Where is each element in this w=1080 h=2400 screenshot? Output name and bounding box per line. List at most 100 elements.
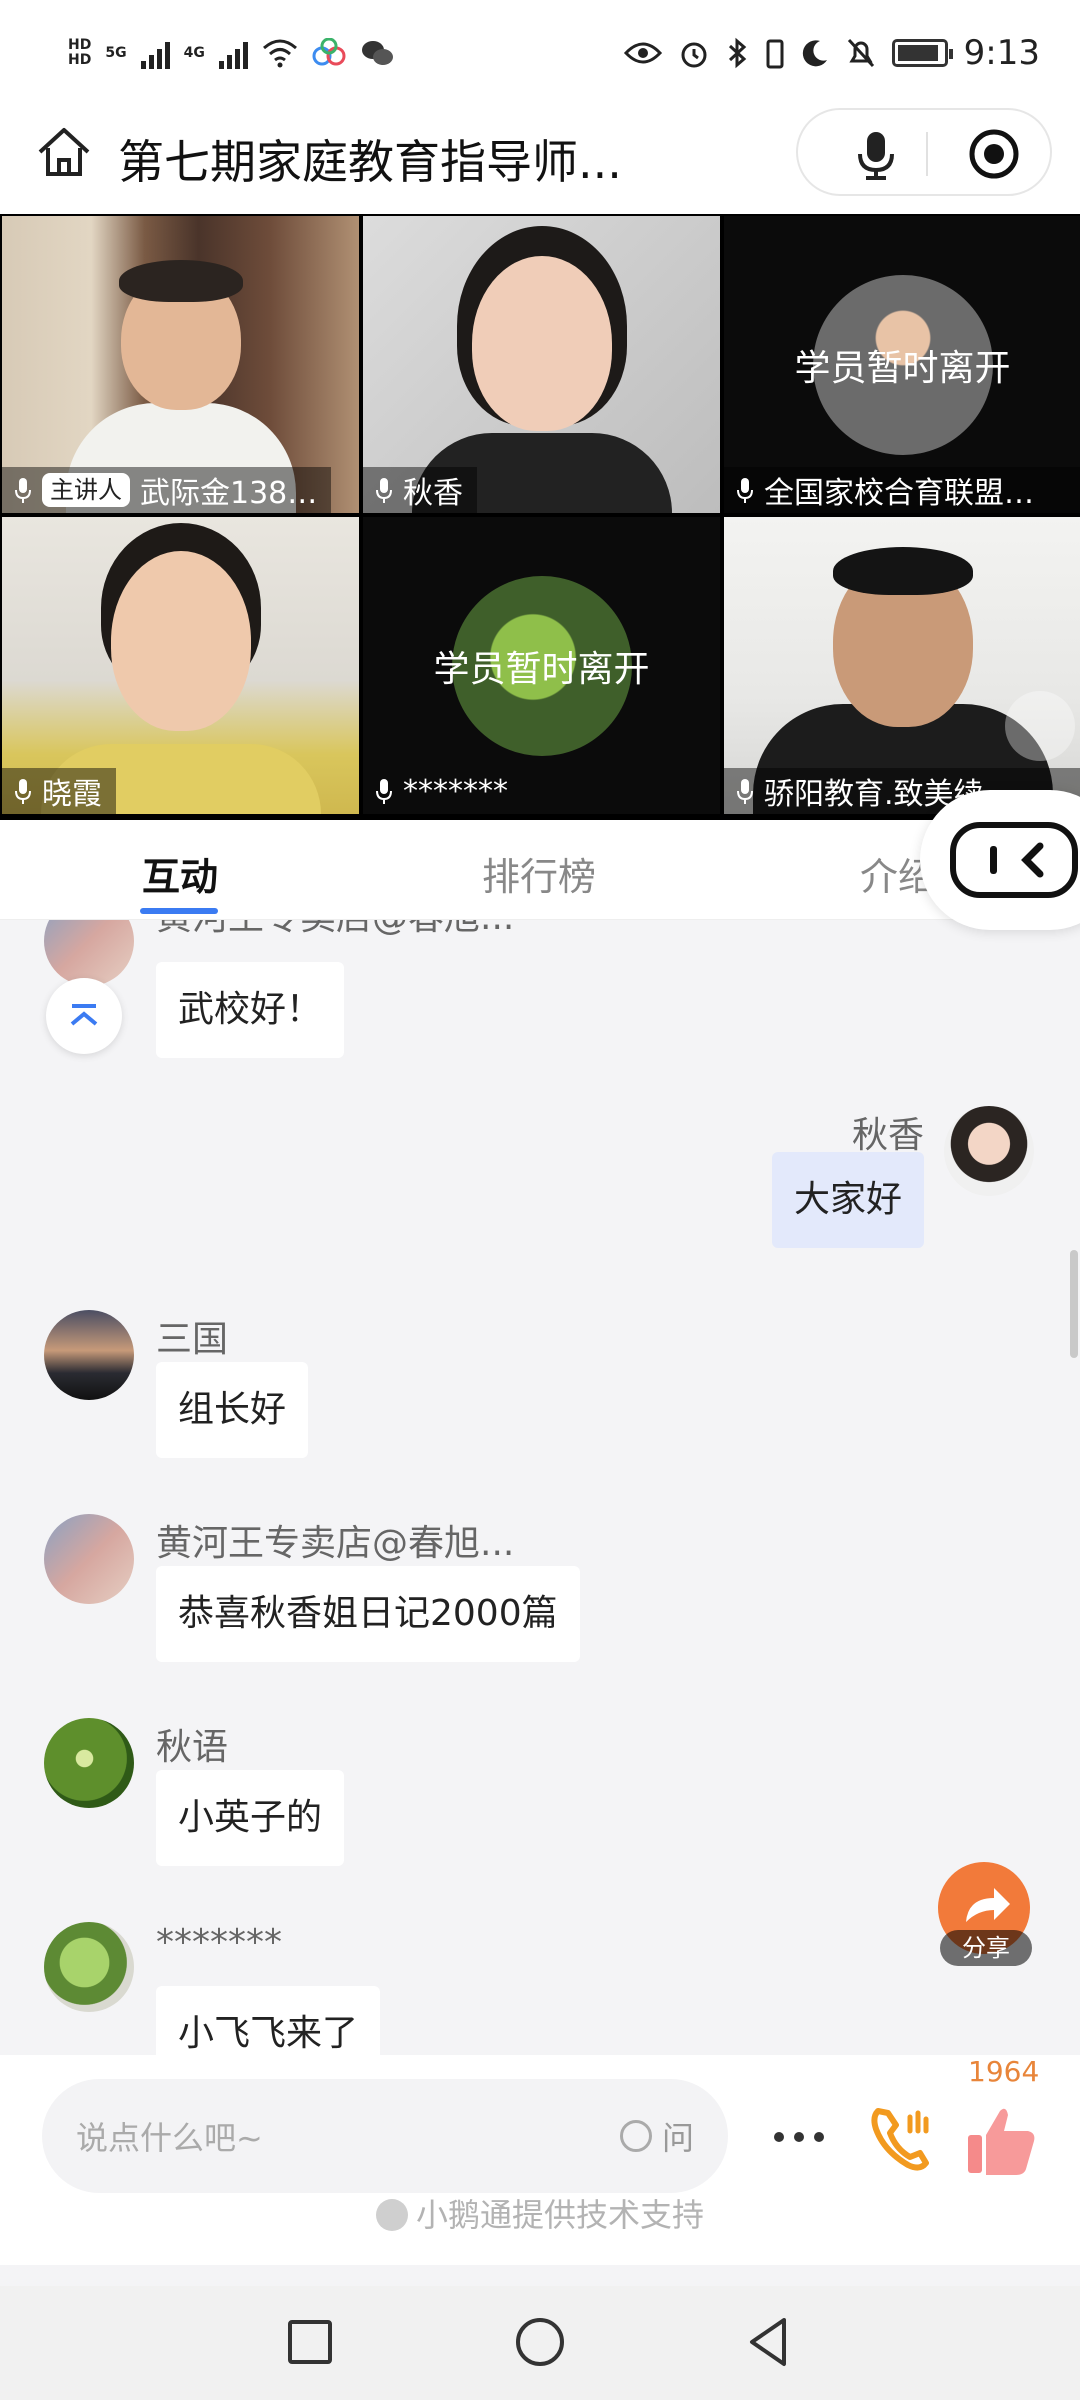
user-avatar[interactable]: [44, 920, 134, 986]
user-avatar[interactable]: [44, 1718, 134, 1808]
tab-bar: 互动 排行榜 介绍: [0, 820, 1080, 920]
message-bubble: 小英子的: [156, 1770, 345, 1866]
video-tile[interactable]: 秋香: [363, 216, 720, 513]
message-bubble: 组长好: [156, 1362, 309, 1458]
status-bar: HD HD 5G 4G 9:13: [0, 0, 1080, 104]
assistant-face-icon: [950, 822, 1078, 898]
participant-hair: [832, 547, 973, 595]
camera-switch-icon[interactable]: [1005, 691, 1075, 761]
record-icon[interactable]: [966, 126, 1022, 182]
user-avatar[interactable]: [44, 1922, 134, 2012]
participant-name: 全国家校合育联盟…: [764, 476, 1034, 511]
mute-bell-icon: [847, 38, 874, 68]
away-status: 学员暂时离开: [794, 347, 1011, 389]
participant-face: [110, 551, 251, 731]
video-tile-away[interactable]: 学员暂时离开 *******: [363, 517, 720, 814]
ask-question-toggle[interactable]: 问: [619, 2113, 694, 2159]
status-left: HD HD 5G 4G: [68, 30, 394, 76]
capsule-divider: [926, 132, 928, 176]
back-icon[interactable]: [740, 2312, 800, 2372]
battery-saver-icon: [766, 39, 784, 69]
participant-name-tag: 秋香: [363, 467, 477, 513]
signal-icon: [140, 37, 170, 69]
alarm-icon: [681, 42, 707, 68]
app-notification-icon: [312, 38, 346, 66]
chat-message: 黄河王专卖店@春旭... 恭喜秋香姐日记2000篇: [0, 1514, 1080, 1684]
network-4g-label: 4G: [183, 44, 205, 61]
mic-icon: [15, 478, 31, 503]
chat-list[interactable]: 黄河王专卖店@春旭... 武校好！ 秋香 大家好 三国 组长好 黄河王专卖店@春…: [0, 920, 1080, 2055]
radio-icon: [619, 2120, 652, 2152]
chat-message: 黄河王专卖店@春旭... 武校好！: [0, 920, 1080, 1060]
user-name: 秋香: [851, 1115, 924, 1156]
hd-badges: HD HD: [68, 38, 91, 68]
home-nav-icon[interactable]: [510, 2312, 570, 2372]
ask-label: 问: [661, 2119, 694, 2157]
powered-by-footer: 小鹅通提供技术支持: [0, 2190, 1080, 2236]
scroll-to-top-button[interactable]: [46, 978, 122, 1054]
scrollbar[interactable]: [1070, 1250, 1078, 1358]
mic-icon: [376, 779, 392, 804]
home-icon[interactable]: [34, 122, 94, 182]
status-right: 9:13: [623, 30, 1040, 76]
network-5g-label: 5G: [105, 44, 127, 61]
thumbs-up-icon[interactable]: [962, 2099, 1042, 2179]
mic-icon: [737, 478, 753, 503]
hd-label-2: HD: [68, 52, 92, 68]
participant-name-tag: *******: [363, 768, 522, 814]
video-tile-away[interactable]: 学员暂时离开 全国家校合育联盟…: [724, 216, 1080, 513]
chat-message-mine: 秋香 大家好: [0, 1106, 1080, 1276]
video-tile[interactable]: 骄阳教育.致美续…: [724, 517, 1080, 814]
participant-name-tag: 全国家校合育联盟…: [724, 467, 1080, 513]
participant-hair: [118, 260, 243, 302]
chat-message: 三国 组长好: [0, 1310, 1080, 1480]
microphone-icon[interactable]: [848, 126, 904, 182]
user-name: 三国: [156, 1319, 229, 1360]
participant-name: 晓霞: [42, 777, 102, 812]
message-bubble: 恭喜秋香姐日记2000篇: [156, 1566, 580, 1662]
participant-name-tag: 晓霞: [2, 768, 116, 814]
participant-name: 武际金138…: [140, 476, 318, 511]
participant-name: 秋香: [403, 476, 463, 511]
participant-face: [471, 256, 612, 431]
more-icon[interactable]: [764, 2107, 834, 2167]
page-title: 第七期家庭教育指导师...: [118, 135, 622, 189]
tab-interaction[interactable]: 互动: [142, 846, 218, 901]
like-count: 1964: [968, 2055, 1040, 2088]
moon-icon: [802, 40, 827, 67]
active-tab-indicator: [140, 908, 218, 914]
assistant-bubble[interactable]: [920, 790, 1080, 930]
mic-icon: [737, 779, 753, 804]
video-tile[interactable]: 晓霞: [2, 517, 359, 814]
user-avatar[interactable]: [44, 1310, 134, 1400]
user-avatar[interactable]: [944, 1106, 1034, 1196]
mic-icon: [376, 478, 392, 503]
comment-input[interactable]: 说点什么吧~ 问: [42, 2079, 728, 2193]
video-tile-host[interactable]: 主讲人 武际金138…: [2, 216, 359, 513]
user-name: 秋语: [156, 1727, 229, 1768]
tab-ranking[interactable]: 排行榜: [482, 846, 596, 901]
phone-call-icon[interactable]: [864, 2097, 936, 2177]
battery-icon: [891, 39, 953, 67]
video-grid: 主讲人 武际金138… 秋香 学员暂时离开 全国家校合育联盟… 晓霞 学员暂时离…: [0, 214, 1080, 820]
xiaoe-logo-icon: [375, 2199, 408, 2231]
bluetooth-icon: [728, 37, 746, 69]
mic-icon: [15, 779, 31, 804]
user-name: 黄河王专卖店@春旭...: [156, 920, 514, 940]
user-avatar[interactable]: [44, 1514, 134, 1604]
footer-text: 小鹅通提供技术支持: [415, 2196, 704, 2234]
share-label: 分享: [940, 1930, 1032, 1966]
away-status: 学员暂时离开: [433, 648, 650, 690]
message-bubble: 小飞飞来了: [156, 1986, 381, 2055]
wifi-icon: [262, 39, 297, 68]
system-nav-bar: [0, 2286, 1080, 2400]
chat-message: ******* 小飞飞来了: [0, 1922, 1080, 2055]
recent-apps-icon[interactable]: [280, 2312, 340, 2372]
participant-name: *******: [403, 773, 508, 809]
hd-label-1: HD: [68, 37, 92, 53]
participant-name-tag: 主讲人 武际金138…: [2, 467, 332, 513]
user-name: 黄河王专卖店@春旭...: [156, 1523, 515, 1564]
chevron-up-icon: [70, 1004, 98, 1026]
user-name: *******: [156, 1922, 282, 1963]
chat-message: 秋语 小英子的: [0, 1718, 1080, 1888]
